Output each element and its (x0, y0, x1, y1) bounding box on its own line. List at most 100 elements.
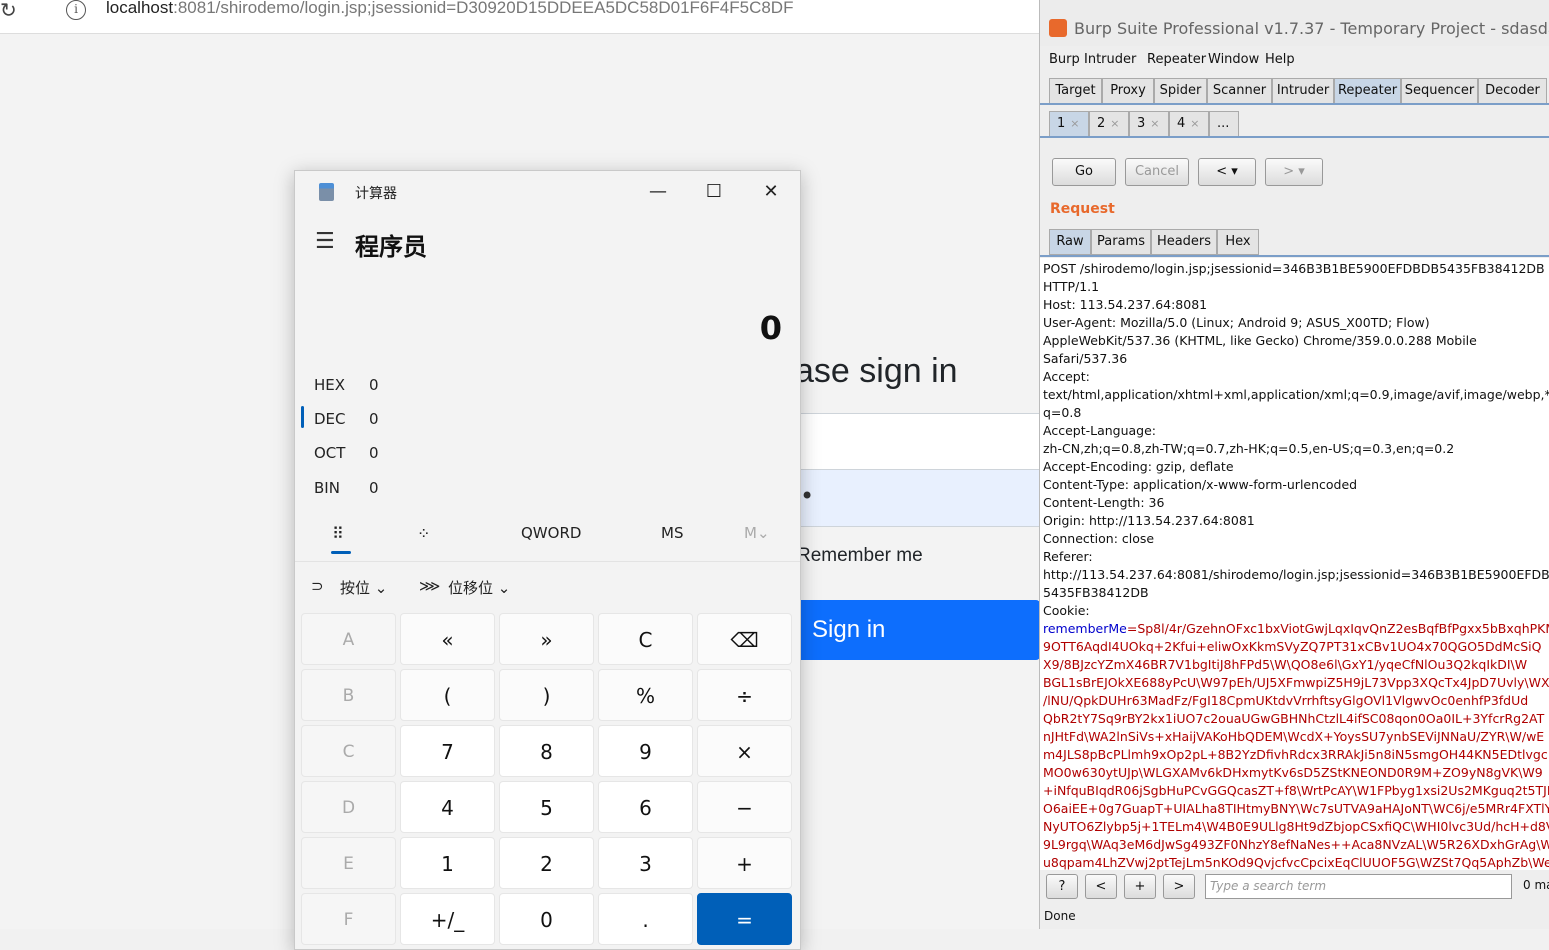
tab-hex[interactable]: Hex (1217, 229, 1259, 255)
request-line: Accept: (1043, 369, 1090, 384)
calc-key[interactable]: F (301, 893, 396, 945)
calc-key[interactable]: +/_ (400, 893, 495, 945)
tab-raw[interactable]: Raw (1049, 229, 1091, 255)
calc-key[interactable]: E (301, 837, 396, 889)
calc-key[interactable]: « (400, 613, 495, 665)
calc-key[interactable]: ( (400, 669, 495, 721)
search-input[interactable]: Type a search term (1205, 874, 1512, 899)
close-tab-icon[interactable]: × (1190, 117, 1199, 130)
memory-store-button[interactable]: MS (661, 524, 683, 542)
forward-button[interactable]: > ▾ (1265, 158, 1323, 186)
calc-key[interactable]: + (697, 837, 792, 889)
calc-key[interactable]: 0 (499, 893, 594, 945)
maximize-icon[interactable]: ☐ (694, 177, 734, 207)
close-tab-icon[interactable]: × (1110, 117, 1119, 130)
radix-name: HEX (314, 376, 346, 394)
radix-bin[interactable]: BIN 0 (314, 475, 514, 505)
add-button[interactable]: + (1124, 874, 1156, 899)
calc-key[interactable]: 6 (598, 781, 693, 833)
help-button[interactable]: ? (1046, 874, 1078, 899)
radix-dec[interactable]: DEC 0 (314, 406, 514, 436)
tab-scanner[interactable]: Scanner (1207, 78, 1272, 104)
request-editor[interactable]: POST /shirodemo/login.jsp;jsessionid=346… (1040, 258, 1549, 870)
menu-window[interactable]: Window (1208, 52, 1259, 67)
tab-spider[interactable]: Spider (1154, 78, 1207, 104)
close-tab-icon[interactable]: × (1150, 117, 1159, 130)
hamburger-menu-icon[interactable]: ☰ (315, 229, 335, 254)
menu-help[interactable]: Help (1265, 52, 1295, 67)
previous-match-button[interactable]: < (1085, 874, 1117, 899)
radix-hex[interactable]: HEX 0 (314, 372, 514, 402)
repeater-tab-1[interactable]: 1 × (1049, 111, 1089, 137)
username-field[interactable] (795, 413, 1040, 470)
bitwise-label: 按位 (340, 579, 371, 597)
repeater-tab-4[interactable]: 4 × (1169, 111, 1209, 137)
tab-sequencer[interactable]: Sequencer (1401, 78, 1478, 104)
reload-icon[interactable]: ↻ (0, 0, 17, 22)
tab-params[interactable]: Params (1091, 229, 1151, 255)
repeater-tab-3[interactable]: 3 × (1129, 111, 1169, 137)
shift-dropdown[interactable]: 位移位 ⌄ (448, 577, 510, 598)
tab-headers[interactable]: Headers (1151, 229, 1217, 255)
calc-key[interactable]: 9 (598, 725, 693, 777)
remember-me-label[interactable]: Remember me (797, 545, 923, 567)
menu-burp[interactable]: Burp (1049, 52, 1080, 67)
calc-key[interactable]: × (697, 725, 792, 777)
calc-key[interactable]: 7 (400, 725, 495, 777)
close-icon[interactable]: ✕ (751, 177, 791, 207)
calc-key[interactable]: C (301, 725, 396, 777)
calc-key[interactable]: 4 (400, 781, 495, 833)
repeater-tab-new[interactable]: ... (1209, 111, 1239, 137)
request-line: Content-Length: 36 (1043, 495, 1165, 510)
calc-key[interactable]: ) (499, 669, 594, 721)
cancel-button[interactable]: Cancel (1125, 158, 1189, 186)
calc-key[interactable]: ⌫ (697, 613, 792, 665)
close-tab-icon[interactable]: × (1070, 117, 1079, 130)
radix-oct[interactable]: OCT 0 (314, 440, 514, 470)
calc-key[interactable]: D (301, 781, 396, 833)
menu-intruder[interactable]: Intruder (1084, 52, 1136, 67)
menu-repeater[interactable]: Repeater (1147, 52, 1206, 67)
tab-intruder[interactable]: Intruder (1272, 78, 1334, 104)
calc-key[interactable]: C (598, 613, 693, 665)
bit-toggle-keypad-icon[interactable]: ⁘ (417, 524, 430, 543)
cookie-line: QbR2tY7Sq9rBY2kx1iUO7c2ouaUGwGBHNhCtzlL4… (1043, 711, 1545, 726)
word-size-button[interactable]: QWORD (521, 524, 581, 542)
calc-key[interactable]: 1 (400, 837, 495, 889)
calc-key[interactable]: = (697, 893, 792, 945)
calc-key[interactable]: B (301, 669, 396, 721)
minimize-icon[interactable]: — (638, 177, 678, 207)
calc-key[interactable]: 2 (499, 837, 594, 889)
calc-key[interactable]: − (697, 781, 792, 833)
burp-title: Burp Suite Professional v1.7.37 - Tempor… (1074, 19, 1549, 38)
info-icon[interactable]: i (66, 0, 86, 20)
back-button[interactable]: < ▾ (1198, 158, 1256, 186)
tab-target[interactable]: Target (1049, 78, 1102, 104)
cookie-line: O6aiEE+0g7GuapT+UIALha8TIHtmyBNY\Wc7sUTV… (1043, 801, 1549, 816)
signin-button[interactable]: Sign in (795, 600, 1040, 660)
radix-selected-marker (301, 406, 304, 428)
calc-key[interactable]: % (598, 669, 693, 721)
tab-proxy[interactable]: Proxy (1102, 78, 1154, 104)
calc-key[interactable]: 8 (499, 725, 594, 777)
cookie-line: m4JLS8pBcPLlmh9xOp2pL+8B2YzDfivhRdcx3RRA… (1043, 747, 1548, 762)
next-match-button[interactable]: > (1163, 874, 1195, 899)
memory-dropdown-button[interactable]: M⌄ (744, 524, 770, 542)
calc-key[interactable]: » (499, 613, 594, 665)
calc-key[interactable]: 5 (499, 781, 594, 833)
tab-decoder[interactable]: Decoder (1478, 78, 1547, 104)
bitwise-dropdown[interactable]: 按位 ⌄ (340, 577, 387, 598)
bitwise-icon: ⊃ (311, 577, 324, 595)
tab-underline (1040, 103, 1549, 105)
tab-repeater[interactable]: Repeater (1334, 78, 1401, 104)
url-text[interactable]: localhost:8081/shirodemo/login.jsp;jsess… (106, 0, 793, 18)
calc-key[interactable]: . (598, 893, 693, 945)
address-bar[interactable]: ↻ i localhost:8081/shirodemo/login.jsp;j… (0, 0, 1040, 34)
calc-key[interactable]: ÷ (697, 669, 792, 721)
go-button[interactable]: Go (1052, 158, 1116, 186)
repeater-tab-2[interactable]: 2 × (1089, 111, 1129, 137)
password-field[interactable]: • (795, 469, 1040, 527)
calc-key[interactable]: 3 (598, 837, 693, 889)
full-keypad-icon[interactable]: ⠿ (332, 524, 344, 543)
calc-key[interactable]: A (301, 613, 396, 665)
